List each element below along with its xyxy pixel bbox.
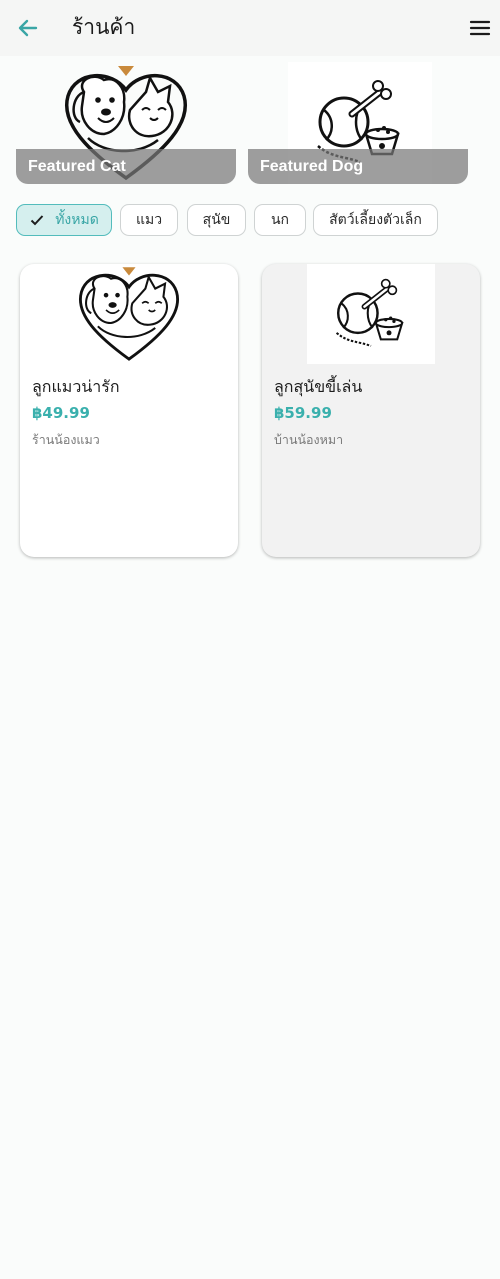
app-bar: ร้านค้า xyxy=(0,0,500,56)
dog-cat-heart-illustration xyxy=(65,264,193,364)
product-shop: บ้านน้องหมา xyxy=(274,432,344,447)
page-title: ร้านค้า xyxy=(72,15,136,39)
filter-chip-cat[interactable]: แมว xyxy=(120,204,178,236)
product-price: ฿49.99 xyxy=(32,404,90,422)
filter-chip-label: ทั้งหมด xyxy=(55,212,99,228)
product-card[interactable]: ลูกแมวน่ารัก ฿49.99 ร้านน้องแมว xyxy=(20,264,238,557)
product-name: ลูกสุนัขขี้เล่น xyxy=(274,377,363,396)
filter-chip-dog[interactable]: สุนัข xyxy=(187,204,246,236)
category-filter-chips: ทั้งหมด แมว สุนัข นก สัตว์เลี้ยงตัวเล็ก xyxy=(16,204,486,236)
product-shop: ร้านน้องแมว xyxy=(32,432,100,447)
filter-chip-label: แมว xyxy=(135,212,163,228)
hamburger-menu-icon[interactable] xyxy=(466,14,494,42)
filter-chip-small-pets[interactable]: สัตว์เลี้ยงตัวเล็ก xyxy=(313,204,438,236)
featured-dog-label: Featured Dog xyxy=(260,158,364,175)
check-icon xyxy=(30,215,44,226)
featured-dog-banner[interactable]: Featured Dog xyxy=(248,62,468,184)
product-card[interactable]: ลูกสุนัขขี้เล่น ฿59.99 บ้านน้องหมา xyxy=(262,264,480,557)
filter-chip-label: นก xyxy=(270,212,290,228)
product-price: ฿59.99 xyxy=(274,404,332,422)
filter-chip-all[interactable]: ทั้งหมด xyxy=(16,204,112,236)
back-arrow-icon[interactable] xyxy=(14,14,42,42)
featured-cat-banner[interactable]: Featured Cat xyxy=(16,62,236,184)
filter-chip-label: สุนัข xyxy=(202,212,231,228)
filter-chip-label: สัตว์เลี้ยงตัวเล็ก xyxy=(329,212,422,228)
featured-cat-label: Featured Cat xyxy=(28,158,126,175)
filter-chip-bird[interactable]: นก xyxy=(254,204,306,236)
ball-bone-bowl-illustration xyxy=(307,264,435,364)
product-name: ลูกแมวน่ารัก xyxy=(32,377,120,396)
